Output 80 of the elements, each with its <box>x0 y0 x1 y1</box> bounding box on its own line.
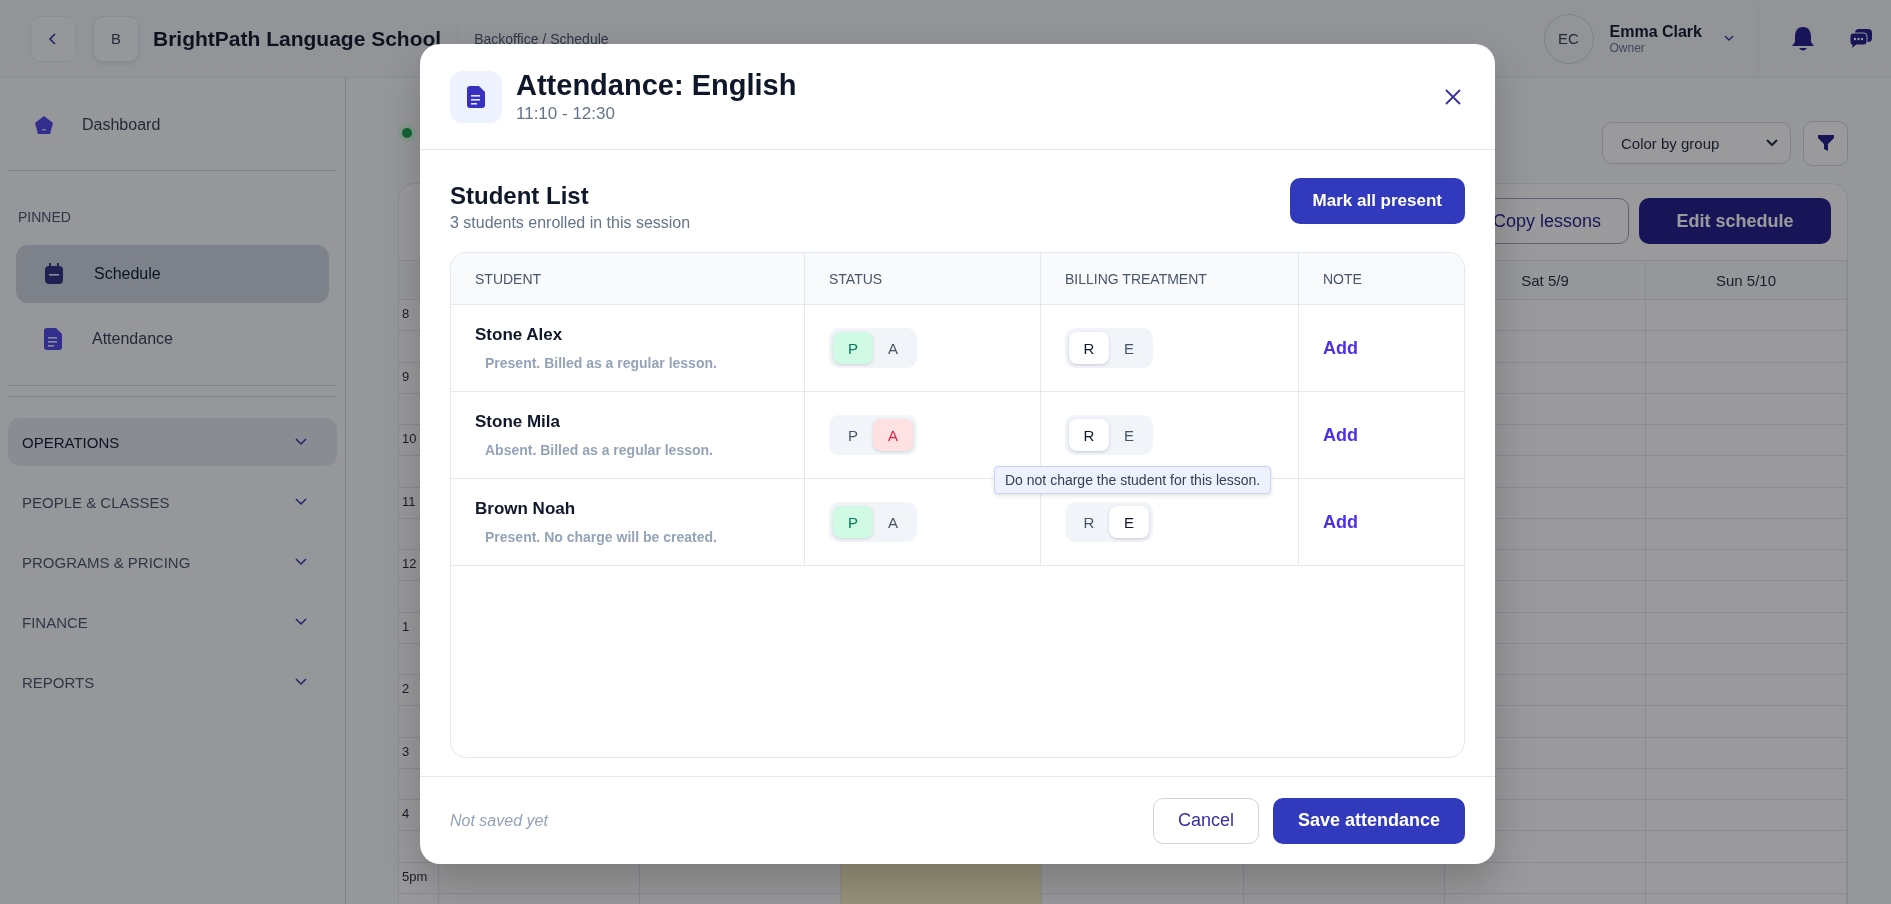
dialog-title: Attendance: English <box>516 69 797 102</box>
hour-label: 12 <box>402 556 417 571</box>
document-icon <box>44 328 62 350</box>
student-name: Stone Alex <box>475 325 564 345</box>
school-logo-button[interactable]: B <box>93 15 139 62</box>
save-status: Not saved yet <box>450 811 548 830</box>
home-icon <box>34 115 54 135</box>
bell-icon[interactable] <box>1791 25 1815 52</box>
billing-option[interactable]: R <box>1069 419 1109 451</box>
chevron-down-icon <box>295 678 307 686</box>
section-title: Student List <box>450 182 590 210</box>
document-icon <box>467 85 485 108</box>
pinned-heading: PINNED <box>17 209 72 225</box>
hour-label: 2 <box>402 681 410 696</box>
attendance-summary: Absent. Billed as a regular lesson. <box>484 442 714 458</box>
billing-option[interactable]: E <box>1109 332 1149 364</box>
day-header: Sat 5/9 <box>1521 271 1569 289</box>
cancel-button[interactable]: Cancel <box>1153 797 1259 844</box>
billing-option[interactable]: R <box>1069 506 1109 538</box>
column-header: STUDENT <box>475 270 543 287</box>
mark-all-present-button[interactable]: Mark all present <box>1289 178 1465 224</box>
billing-option[interactable]: R <box>1069 332 1109 364</box>
column-header: BILLING TREATMENT <box>1065 270 1208 287</box>
calendar-icon <box>44 263 64 285</box>
sidebar-item[interactable]: Dashboard <box>8 100 337 150</box>
status-dot <box>402 128 412 138</box>
school-name: BrightPath Language School <box>153 26 442 51</box>
chevron-down-icon[interactable] <box>1724 35 1734 42</box>
hour-label: 4 <box>402 806 410 821</box>
hour-label: 1 <box>402 618 410 634</box>
column-header: NOTE <box>1323 270 1363 287</box>
tooltip: Do not charge the student for this lesson. <box>994 466 1272 494</box>
column-header: STATUS <box>829 270 884 287</box>
sidebar-section[interactable]: REPORTS <box>8 658 337 706</box>
add-note-link[interactable]: Add <box>1323 424 1358 446</box>
chevron-down-icon <box>295 438 307 446</box>
breadcrumb: Backoffice / Schedule <box>474 30 609 47</box>
status-option[interactable]: P <box>833 332 873 364</box>
status-option[interactable]: A <box>873 332 913 364</box>
sidebar-section[interactable]: PROGRAMS & PRICING <box>8 538 337 586</box>
status-option[interactable]: P <box>833 506 873 538</box>
chevron-down-icon <box>295 558 307 566</box>
chevron-down-icon <box>295 498 307 506</box>
sidebar-item[interactable]: Attendance <box>16 310 329 368</box>
hour-label: 9 <box>402 368 410 384</box>
hour-label: 8 <box>402 306 410 321</box>
hour-label: 10 <box>402 431 417 446</box>
attendance-summary: Present. Billed as a regular lesson. <box>484 355 718 371</box>
save-attendance-button[interactable]: Save attendance <box>1273 797 1465 844</box>
status-option[interactable]: P <box>833 419 873 451</box>
chevron-down-icon <box>295 618 307 626</box>
sidebar-section[interactable]: FINANCE <box>8 598 337 646</box>
student-name: Brown Noah <box>475 499 577 519</box>
hour-label: 5pm <box>402 868 428 884</box>
chevron-left-icon <box>47 31 59 46</box>
hour-label: 11 <box>402 493 416 509</box>
sidebar-item[interactable]: Schedule <box>16 245 329 303</box>
filter-icon <box>1817 135 1834 151</box>
sidebar-section[interactable]: OPERATIONS <box>8 418 337 466</box>
user-name: Emma Clark <box>1609 22 1702 41</box>
add-note-link[interactable]: Add <box>1323 511 1358 533</box>
billing-option[interactable]: E <box>1109 506 1149 538</box>
hour-label: 3 <box>402 743 410 759</box>
add-note-link[interactable]: Add <box>1323 337 1358 359</box>
billing-option[interactable]: E <box>1109 419 1149 451</box>
filter-button[interactable] <box>1803 120 1848 166</box>
section-subtitle: 3 students enrolled in this session <box>450 214 691 232</box>
student-name: Stone Mila <box>475 412 561 432</box>
user-role: Owner <box>1609 40 1646 55</box>
chevron-down-icon <box>1766 139 1778 147</box>
color-select[interactable]: Color by group <box>1602 122 1791 164</box>
toolbar-button[interactable]: Edit schedule <box>1639 198 1831 244</box>
session-time: 11:10 - 12:30 <box>516 104 616 124</box>
close-icon <box>1445 88 1461 105</box>
status-option[interactable]: A <box>873 506 913 538</box>
day-header: Sun 5/10 <box>1715 271 1777 289</box>
status-option[interactable]: A <box>873 419 913 451</box>
chat-icon[interactable] <box>1849 27 1873 50</box>
attendance-summary: Present. No charge will be created. <box>484 529 718 545</box>
sidebar-section[interactable]: PEOPLE & CLASSES <box>8 478 337 526</box>
